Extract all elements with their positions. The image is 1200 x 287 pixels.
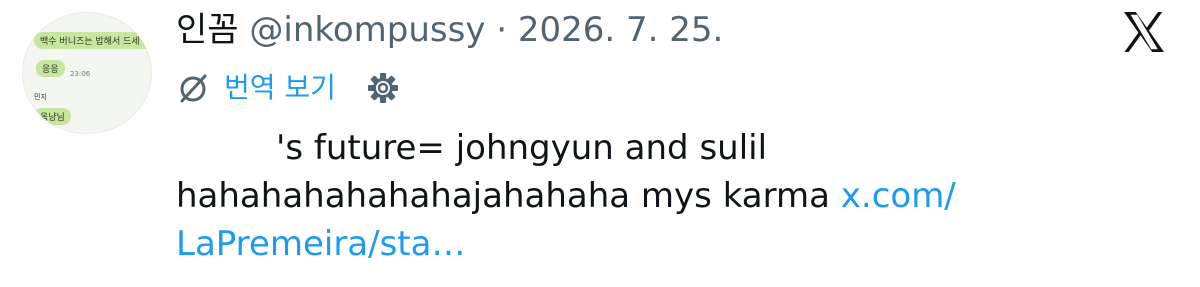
tweet-link[interactable]: x.com/: [841, 176, 956, 216]
avatar-chat-time: 23:06: [70, 70, 91, 78]
meta-separator: ·: [496, 10, 508, 50]
avatar-chat-bubble: 응응: [36, 60, 65, 77]
x-logo-icon: [1124, 12, 1164, 52]
tweet-text: 's future= johngyun and sulil hahahahaha…: [176, 124, 1136, 268]
gear-icon[interactable]: [366, 71, 400, 105]
display-name[interactable]: 인꼼: [176, 10, 239, 50]
tweet-text-line: 's future= johngyun and sulil: [276, 128, 768, 168]
avatar[interactable]: 백수 버니즈는 밥해서 드세 응응 23:06 민지 옥냥님: [22, 12, 152, 134]
tweet-text-line: hahahahahahahajahahaha mys karma x.com/: [176, 172, 1136, 220]
avatar-chat-bubble: 백수 버니즈는 밥해서 드세: [34, 32, 152, 49]
avatar-chat-name: 민지: [34, 93, 47, 101]
translate-button[interactable]: 번역 보기: [224, 71, 336, 105]
tweet-date[interactable]: 2026. 7. 25.: [518, 10, 723, 50]
tweet-header: 인꼼 @inkompussy · 2026. 7. 25.: [176, 8, 723, 52]
avatar-chat-bubble: 옥냥님: [34, 108, 71, 125]
tweet-link-continued[interactable]: LaPremeira/sta…: [176, 224, 465, 264]
translate-row: 번역 보기: [176, 66, 400, 110]
tweet-text-segment: hahahahahahahajahahaha mys karma: [176, 176, 841, 216]
globe-slash-icon: [180, 74, 207, 103]
user-handle[interactable]: @inkompussy: [249, 10, 485, 50]
tweet-text-line: LaPremeira/sta…: [176, 220, 1136, 268]
